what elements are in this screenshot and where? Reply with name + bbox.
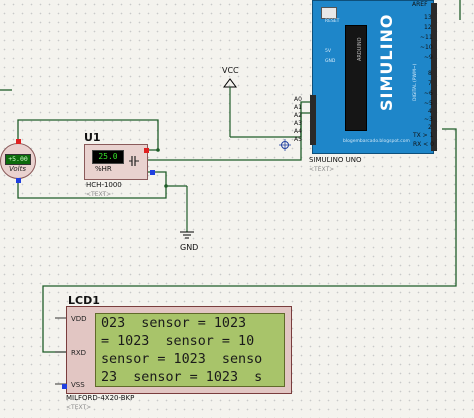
digital-pin-label: 13 [424,14,432,21]
aref-label: AREF [412,1,428,8]
digital-pin-label: ~10 [420,44,433,51]
capacitor-icon [129,156,139,166]
sensor-display: 25.0 [92,150,124,164]
brand-logo: SIMULINO [377,13,396,111]
digital-pin-label: ~6 [424,90,433,97]
reset-label: RESET [325,19,340,24]
probe-marker [279,139,291,151]
lcd-text-placeholder: <TEXT> [66,404,92,411]
digital-pin-label: ~9 [424,54,433,61]
lcd-line: 023 sensor = 1023 [101,316,247,331]
arduino-board[interactable]: RESET 5V GND ARDUINO SIMULINO DIGITAL (P… [310,0,437,154]
lcd-line: sensor = 1023 senso [101,352,263,367]
analog-pin-label: A5 [294,136,302,143]
lcd-pin-vss: VSS [71,381,85,389]
power-5v-label: 5V [325,49,331,54]
vcc-terminal[interactable] [223,78,237,137]
sensor-part: HCH-1000 [86,181,122,189]
digital-pin-label: 8 [428,70,432,77]
arduino-name: SIMULINO UNO [309,156,362,164]
digital-pin-label: 2 [428,124,432,131]
reset-button[interactable] [321,7,337,19]
vcc-label: VCC [222,66,239,75]
voltmeter-pin-marker [16,139,21,144]
digital-pin-label: 7 [428,80,432,87]
power-gnd-label: GND [325,59,336,64]
arduino-text-placeholder: <TEXT> [309,166,335,173]
analog-pin-label: A0 [294,96,302,103]
digital-pin-label: ~3 [424,116,433,123]
digital-label: DIGITAL (PWM~) [413,63,418,101]
voltmeter[interactable]: +5.00 Volts [0,143,36,179]
lcd-pin-marker [62,384,67,389]
digital-pin-label: TX > 1 [413,132,434,139]
brand-sub-label: ARDUINO [357,37,363,61]
analog-pin-label: A2 [294,112,302,119]
sensor-ref: U1 [84,131,101,144]
sensor-pin-marker [150,170,155,175]
lcd-pin-rxd: RXD [71,349,87,357]
digital-pin-label: ~11 [420,34,433,41]
analog-header [310,95,316,145]
lcd-display[interactable]: VDD RXD VSS 023 sensor = 1023 = 1023 sens… [66,306,292,394]
sensor-unit: %HR [95,165,112,173]
sensor-pin-marker [144,148,149,153]
sensor-text-placeholder: <TEXT> [86,191,112,198]
lcd-line: = 1023 sensor = 10 [101,334,255,349]
digital-pin-label: 12 [424,24,432,31]
digital-pin-label: ~5 [424,100,433,107]
gnd-terminal[interactable] [180,186,194,239]
lcd-line: 23 sensor = 1023 s [101,370,263,385]
voltmeter-display: +5.00 [5,154,31,165]
voltmeter-pin-marker [16,178,21,183]
digital-pin-label: RX < 0 [413,141,434,148]
analog-pin-label: A4 [294,128,302,135]
lcd-screen: 023 sensor = 1023 = 1023 sensor = 10 senso… [95,313,285,387]
gnd-label: GND [180,243,199,252]
digital-pin-label: 4 [428,108,432,115]
humidity-sensor[interactable]: 25.0 %HR [84,144,148,180]
lcd-pin-vdd: VDD [71,315,87,323]
analog-pin-label: A1 [294,104,302,111]
analog-pin-label: A3 [294,120,302,127]
voltmeter-unit: Volts [9,165,26,173]
lcd-part: MILFORD-4X20-BKP [66,394,135,402]
microcontroller-chip [345,25,367,131]
website-label: blogembarcado.blogspot.com [343,139,410,144]
